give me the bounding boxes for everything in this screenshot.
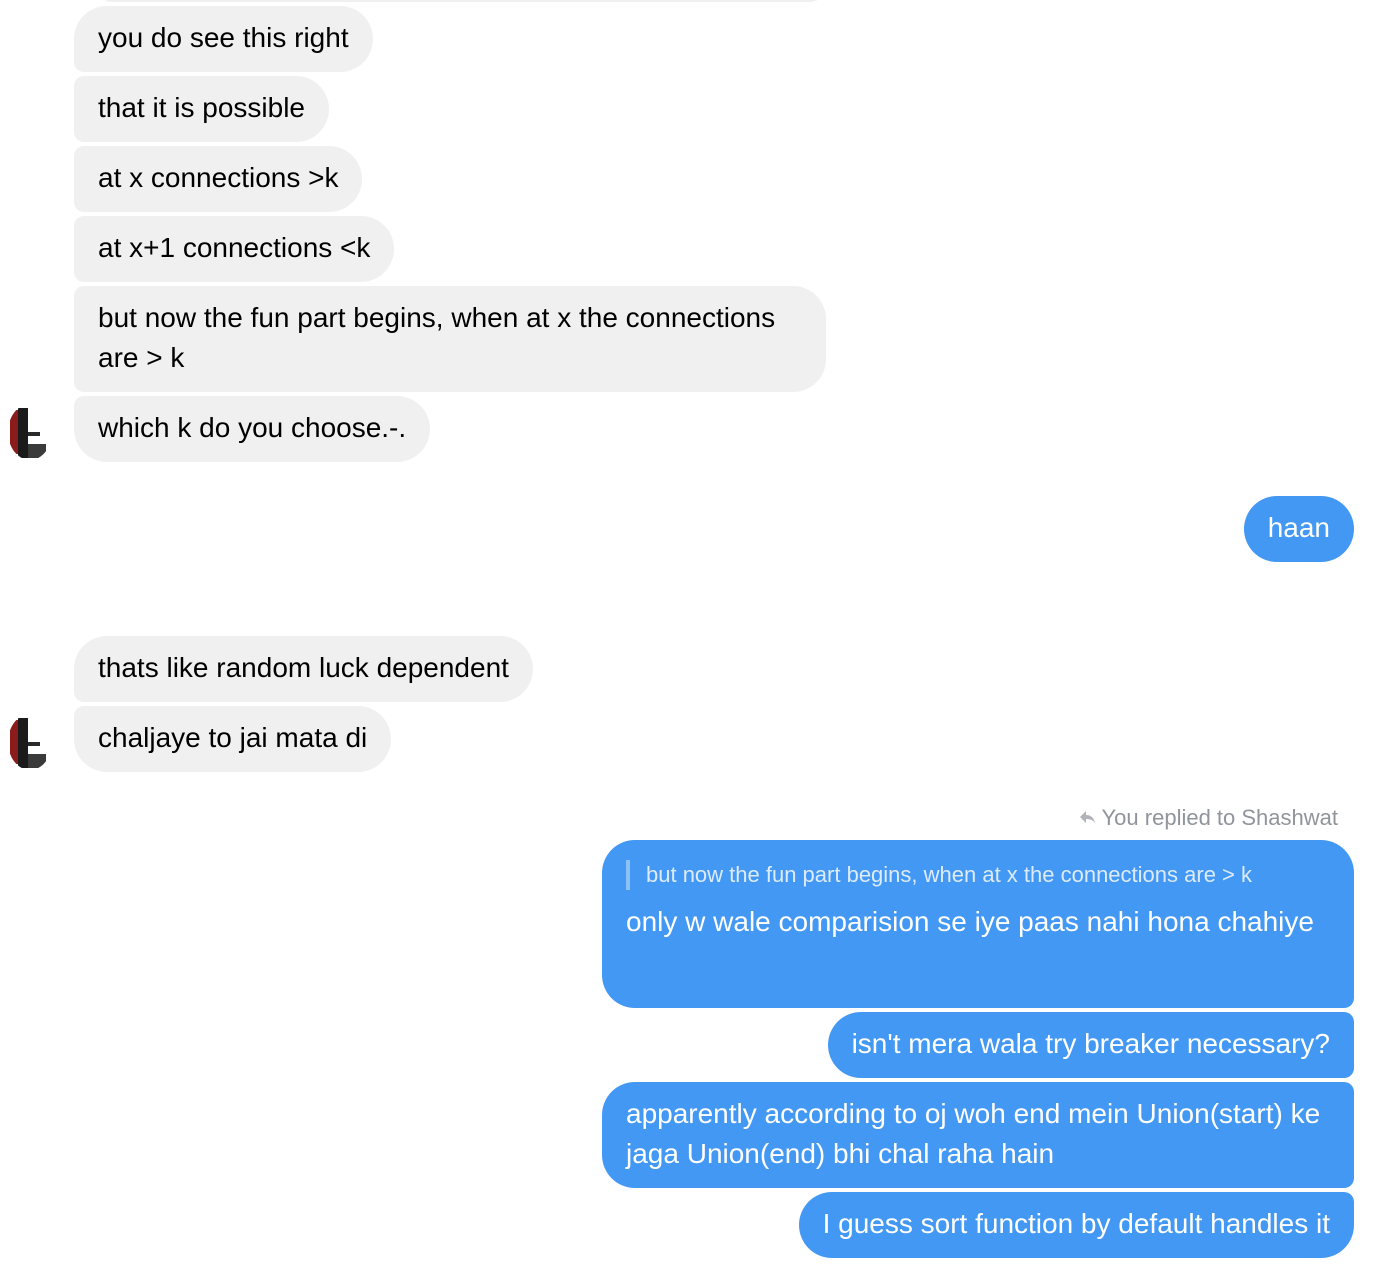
- reply-label-text: You replied to Shashwat: [1101, 805, 1338, 830]
- incoming-message[interactable]: you do see this right: [74, 6, 373, 72]
- incoming-message[interactable]: but now the fun part begins, when at x t…: [74, 286, 826, 392]
- quoted-message: but now the fun part begins, when at x t…: [626, 860, 1330, 890]
- incoming-message[interactable]: which k do you choose.-.: [74, 396, 431, 462]
- incoming-message[interactable]: at x+1 connections <k: [74, 216, 395, 282]
- incoming-message[interactable]: at x connections >k: [74, 146, 363, 212]
- outgoing-message[interactable]: isn't mera wala try breaker necessary?: [827, 1012, 1354, 1078]
- outgoing-reply-message[interactable]: but now the fun part begins, when at x t…: [602, 840, 1354, 1008]
- reply-arrow-icon: [1078, 803, 1096, 833]
- outgoing-message[interactable]: I guess sort function by default handles…: [798, 1192, 1354, 1258]
- contact-avatar[interactable]: [8, 714, 52, 770]
- outgoing-message[interactable]: haan: [1243, 496, 1354, 562]
- incoming-message[interactable]: chaljaye to jai mata di: [74, 706, 392, 772]
- outgoing-message[interactable]: apparently according to oj woh end mein …: [602, 1082, 1354, 1188]
- incoming-message[interactable]: that it is possible: [74, 76, 329, 142]
- incoming-message[interactable]: thats like random luck dependent: [74, 636, 533, 702]
- reply-indicator: You replied to Shashwat: [1078, 803, 1338, 833]
- reply-message-text: only w wale comparision se iye paas nahi…: [626, 906, 1314, 937]
- previous-message-bubble[interactable]: [96, 0, 826, 2]
- contact-avatar[interactable]: [8, 404, 52, 460]
